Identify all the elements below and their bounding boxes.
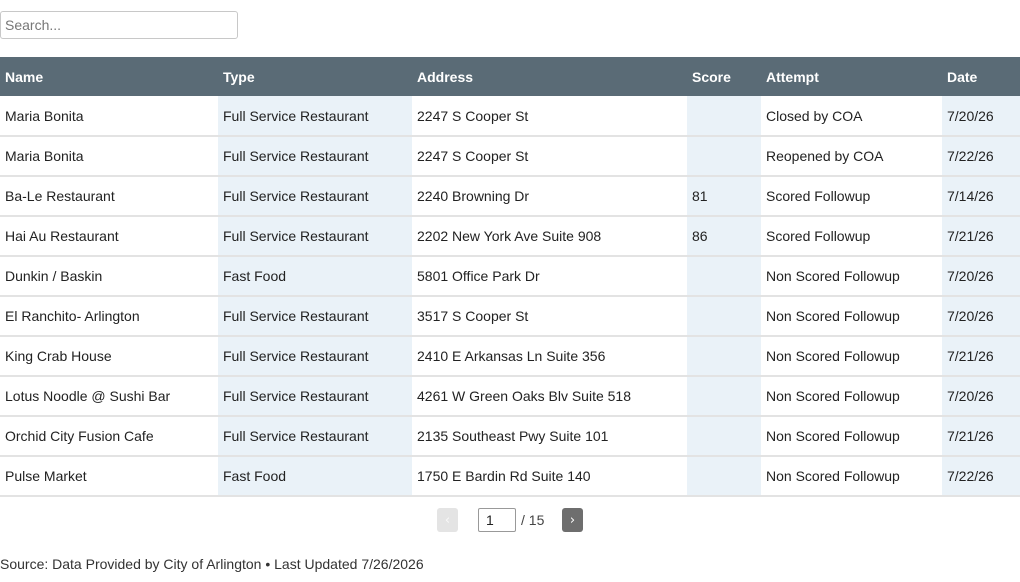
- cell-name: Ba-Le Restaurant: [0, 176, 218, 217]
- cell-date: 7/20/26: [942, 256, 1020, 297]
- cell-type: Fast Food: [218, 456, 412, 497]
- table-row[interactable]: Hai Au Restaurant Full Service Restaurant…: [0, 216, 1020, 257]
- table-row[interactable]: Pulse Market Fast Food 1750 E Bardin Rd Su…: [0, 456, 1020, 497]
- cell-type: Full Service Restaurant: [218, 216, 412, 257]
- cell-attempt: Non Scored Followup: [761, 336, 942, 377]
- cell-attempt: Scored Followup: [761, 216, 942, 257]
- cell-type: Full Service Restaurant: [218, 96, 412, 137]
- table-row[interactable]: Ba-Le Restaurant Full Service Restaurant 2…: [0, 176, 1020, 217]
- column-header-score[interactable]: Score: [687, 57, 761, 96]
- cell-score: [687, 256, 761, 297]
- cell-date: 7/22/26: [942, 456, 1020, 497]
- column-header-attempt[interactable]: Attempt: [761, 57, 942, 96]
- cell-score: [687, 136, 761, 177]
- cell-type: Full Service Restaurant: [218, 336, 412, 377]
- cell-attempt: Closed by COA: [761, 96, 942, 137]
- column-header-name[interactable]: Name: [0, 57, 218, 96]
- cell-score: [687, 416, 761, 457]
- cell-date: 7/20/26: [942, 376, 1020, 417]
- column-header-address[interactable]: Address: [412, 57, 687, 96]
- cell-date: 7/21/26: [942, 216, 1020, 257]
- cell-type: Full Service Restaurant: [218, 376, 412, 417]
- cell-name: Maria Bonita: [0, 136, 218, 177]
- cell-attempt: Non Scored Followup: [761, 376, 942, 417]
- cell-score: [687, 456, 761, 497]
- column-header-type[interactable]: Type: [218, 57, 412, 96]
- cell-address: 2240 Browning Dr: [412, 176, 687, 217]
- cell-address: 5801 Office Park Dr: [412, 256, 687, 297]
- cell-name: Dunkin / Baskin: [0, 256, 218, 297]
- table-body: Maria Bonita Full Service Restaurant 2247 …: [0, 96, 1020, 497]
- chevron-left-icon: ‹: [444, 512, 451, 528]
- cell-date: 7/22/26: [942, 136, 1020, 177]
- next-page-button[interactable]: ›: [562, 508, 583, 532]
- cell-score: [687, 296, 761, 337]
- cell-name: Pulse Market: [0, 456, 218, 497]
- search-input[interactable]: [0, 11, 238, 39]
- cell-date: 7/21/26: [942, 336, 1020, 377]
- cell-type: Full Service Restaurant: [218, 416, 412, 457]
- cell-address: 2135 Southeast Pwy Suite 101: [412, 416, 687, 457]
- table-row[interactable]: El Ranchito- Arlington Full Service Resta…: [0, 296, 1020, 337]
- cell-attempt: Reopened by COA: [761, 136, 942, 177]
- cell-attempt: Non Scored Followup: [761, 416, 942, 457]
- previous-page-button[interactable]: ‹: [437, 508, 458, 532]
- table-row[interactable]: Dunkin / Baskin Fast Food 5801 Office Park…: [0, 256, 1020, 297]
- cell-attempt: Non Scored Followup: [761, 256, 942, 297]
- cell-attempt: Scored Followup: [761, 176, 942, 217]
- cell-name: King Crab House: [0, 336, 218, 377]
- table-header-row: Name Type Address Score Attempt Date: [0, 57, 1020, 96]
- cell-score: [687, 376, 761, 417]
- pagination: ‹ / 15 ›: [0, 508, 1020, 532]
- cell-date: 7/20/26: [942, 96, 1020, 137]
- cell-address: 3517 S Cooper St: [412, 296, 687, 337]
- cell-address: 2410 E Arkansas Ln Suite 356: [412, 336, 687, 377]
- cell-name: Hai Au Restaurant: [0, 216, 218, 257]
- cell-date: 7/20/26: [942, 296, 1020, 337]
- table-row[interactable]: Maria Bonita Full Service Restaurant 2247 …: [0, 96, 1020, 137]
- cell-address: 4261 W Green Oaks Blv Suite 518: [412, 376, 687, 417]
- cell-type: Fast Food: [218, 256, 412, 297]
- cell-score: [687, 96, 761, 137]
- cell-type: Full Service Restaurant: [218, 136, 412, 177]
- cell-attempt: Non Scored Followup: [761, 456, 942, 497]
- cell-score: 86: [687, 216, 761, 257]
- table-row[interactable]: Maria Bonita Full Service Restaurant 2247 …: [0, 136, 1020, 177]
- cell-address: 2247 S Cooper St: [412, 96, 687, 137]
- source-note: Source: Data Provided by City of Arlingt…: [0, 556, 424, 572]
- cell-type: Full Service Restaurant: [218, 296, 412, 337]
- cell-name: Maria Bonita: [0, 96, 218, 137]
- cell-address: 2247 S Cooper St: [412, 136, 687, 177]
- cell-name: El Ranchito- Arlington: [0, 296, 218, 337]
- chevron-right-icon: ›: [569, 512, 576, 528]
- table-row[interactable]: Lotus Noodle @ Sushi Bar Full Service Res…: [0, 376, 1020, 417]
- cell-name: Orchid City Fusion Cafe: [0, 416, 218, 457]
- table-row[interactable]: Orchid City Fusion Cafe Full Service Rest…: [0, 416, 1020, 457]
- cell-score: [687, 336, 761, 377]
- page-total-label: / 15: [521, 512, 545, 528]
- cell-attempt: Non Scored Followup: [761, 296, 942, 337]
- column-header-date[interactable]: Date: [942, 57, 1020, 96]
- cell-type: Full Service Restaurant: [218, 176, 412, 217]
- cell-address: 1750 E Bardin Rd Suite 140: [412, 456, 687, 497]
- cell-date: 7/21/26: [942, 416, 1020, 457]
- page-number-input[interactable]: [478, 508, 516, 532]
- cell-name: Lotus Noodle @ Sushi Bar: [0, 376, 218, 417]
- cell-date: 7/14/26: [942, 176, 1020, 217]
- cell-address: 2202 New York Ave Suite 908: [412, 216, 687, 257]
- table-row[interactable]: King Crab House Full Service Restaurant 24…: [0, 336, 1020, 377]
- cell-score: 81: [687, 176, 761, 217]
- inspections-table: Name Type Address Score Attempt Date Mar…: [0, 57, 1020, 497]
